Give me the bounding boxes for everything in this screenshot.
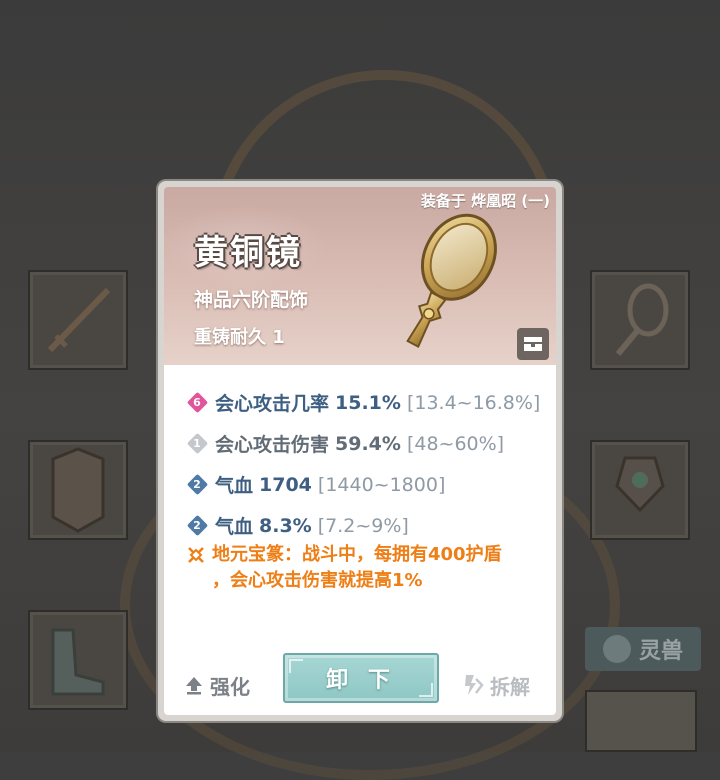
equipment-slot-pendant[interactable] [590,440,690,540]
attribute-name: 会心攻击伤害 [215,434,330,456]
attribute-level-badge: 1 [186,432,208,455]
attribute-row: 2 气血 8.3% [7.2~9%] [186,505,546,546]
item-detail-panel: 装备于 烨凰昭 (一) 黄铜镜 神品六阶配饰 重铸耐久 1 6 会心攻击几率 1… [164,187,556,715]
special-effect: 地元宝篆：战斗中，每拥有400护盾 ，会心攻击伤害就提高1% [186,542,550,594]
unequip-button-label: 卸 下 [326,668,396,693]
special-effect-icon [188,547,204,563]
equipped-by-label: 装备于 烨凰昭 (一) [420,192,550,210]
brass-mirror-icon [406,213,497,348]
equipment-slot-boots[interactable] [28,610,128,710]
attribute-value: 15.1% [335,391,401,414]
unequip-button[interactable]: 卸 下 [283,653,439,703]
dismantle-icon [465,675,484,695]
item-name: 黄铜镜 [194,233,302,273]
corner-ornament [289,659,303,673]
lock-icon [524,337,542,351]
attribute-row: 6 会心攻击几率 15.1% [13.4~16.8%] [186,382,546,423]
action-bar: 强化 卸 下 拆解 [164,645,556,715]
special-effect-text-line2: ，会心攻击伤害就提高1% [212,570,423,591]
pendant-icon [615,456,665,513]
beast-icon [602,635,631,663]
equipment-slot-extra[interactable] [585,690,697,752]
attribute-level-badge: 6 [186,391,208,414]
attribute-range: [13.4~16.8%] [406,391,541,414]
attribute-name: 气血 [215,516,254,538]
attribute-row: 2 气血 1704 [1440~1800] [186,464,546,505]
attribute-range: [1440~1800] [317,473,446,496]
item-durability: 重铸耐久 1 [194,327,285,348]
dismantle-button[interactable]: 拆解 [462,667,530,703]
attribute-range: [48~60%] [406,432,505,455]
spirit-beast-tab[interactable]: 灵兽 [585,627,701,671]
item-header: 装备于 烨凰昭 (一) 黄铜镜 神品六阶配饰 重铸耐久 1 [164,187,556,365]
sword-icon [47,287,111,353]
item-detail-dialog: 装备于 烨凰昭 (一) 黄铜镜 神品六阶配饰 重铸耐久 1 6 会心攻击几率 1… [158,181,562,721]
equipment-slot-accessory[interactable] [590,270,690,370]
dismantle-button-label: 拆解 [490,674,530,699]
armor-icon [51,447,105,533]
equipment-slot-armor[interactable] [28,440,128,540]
equipment-slot-weapon[interactable] [28,270,128,370]
attribute-row: 1 会心攻击伤害 59.4% [48~60%] [186,423,546,464]
attribute-range: [7.2~9%] [317,514,409,537]
attribute-value: 59.4% [335,432,401,455]
attribute-value: 8.3% [259,514,312,537]
special-effect-text-line1: 地元宝篆：战斗中，每拥有400护盾 [212,544,502,565]
attribute-level-badge: 2 [186,473,208,496]
attribute-name: 气血 [215,475,254,497]
upgrade-button[interactable]: 强化 [184,667,250,703]
boots-icon [51,628,105,696]
attribute-name: 会心攻击几率 [215,393,330,415]
corner-ornament [419,683,433,697]
upgrade-button-label: 强化 [210,674,250,699]
attribute-list: 6 会心攻击几率 15.1% [13.4~16.8%] 1 会心攻击伤害 59.… [186,382,546,546]
item-grade: 神品六阶配饰 [194,289,309,311]
attribute-level-badge: 2 [186,514,208,537]
lock-button[interactable] [517,328,549,360]
up-arrow-icon [186,677,202,695]
attribute-value: 1704 [259,473,312,496]
spirit-beast-tab-label: 灵兽 [638,639,683,664]
mirror-icon [615,283,669,356]
